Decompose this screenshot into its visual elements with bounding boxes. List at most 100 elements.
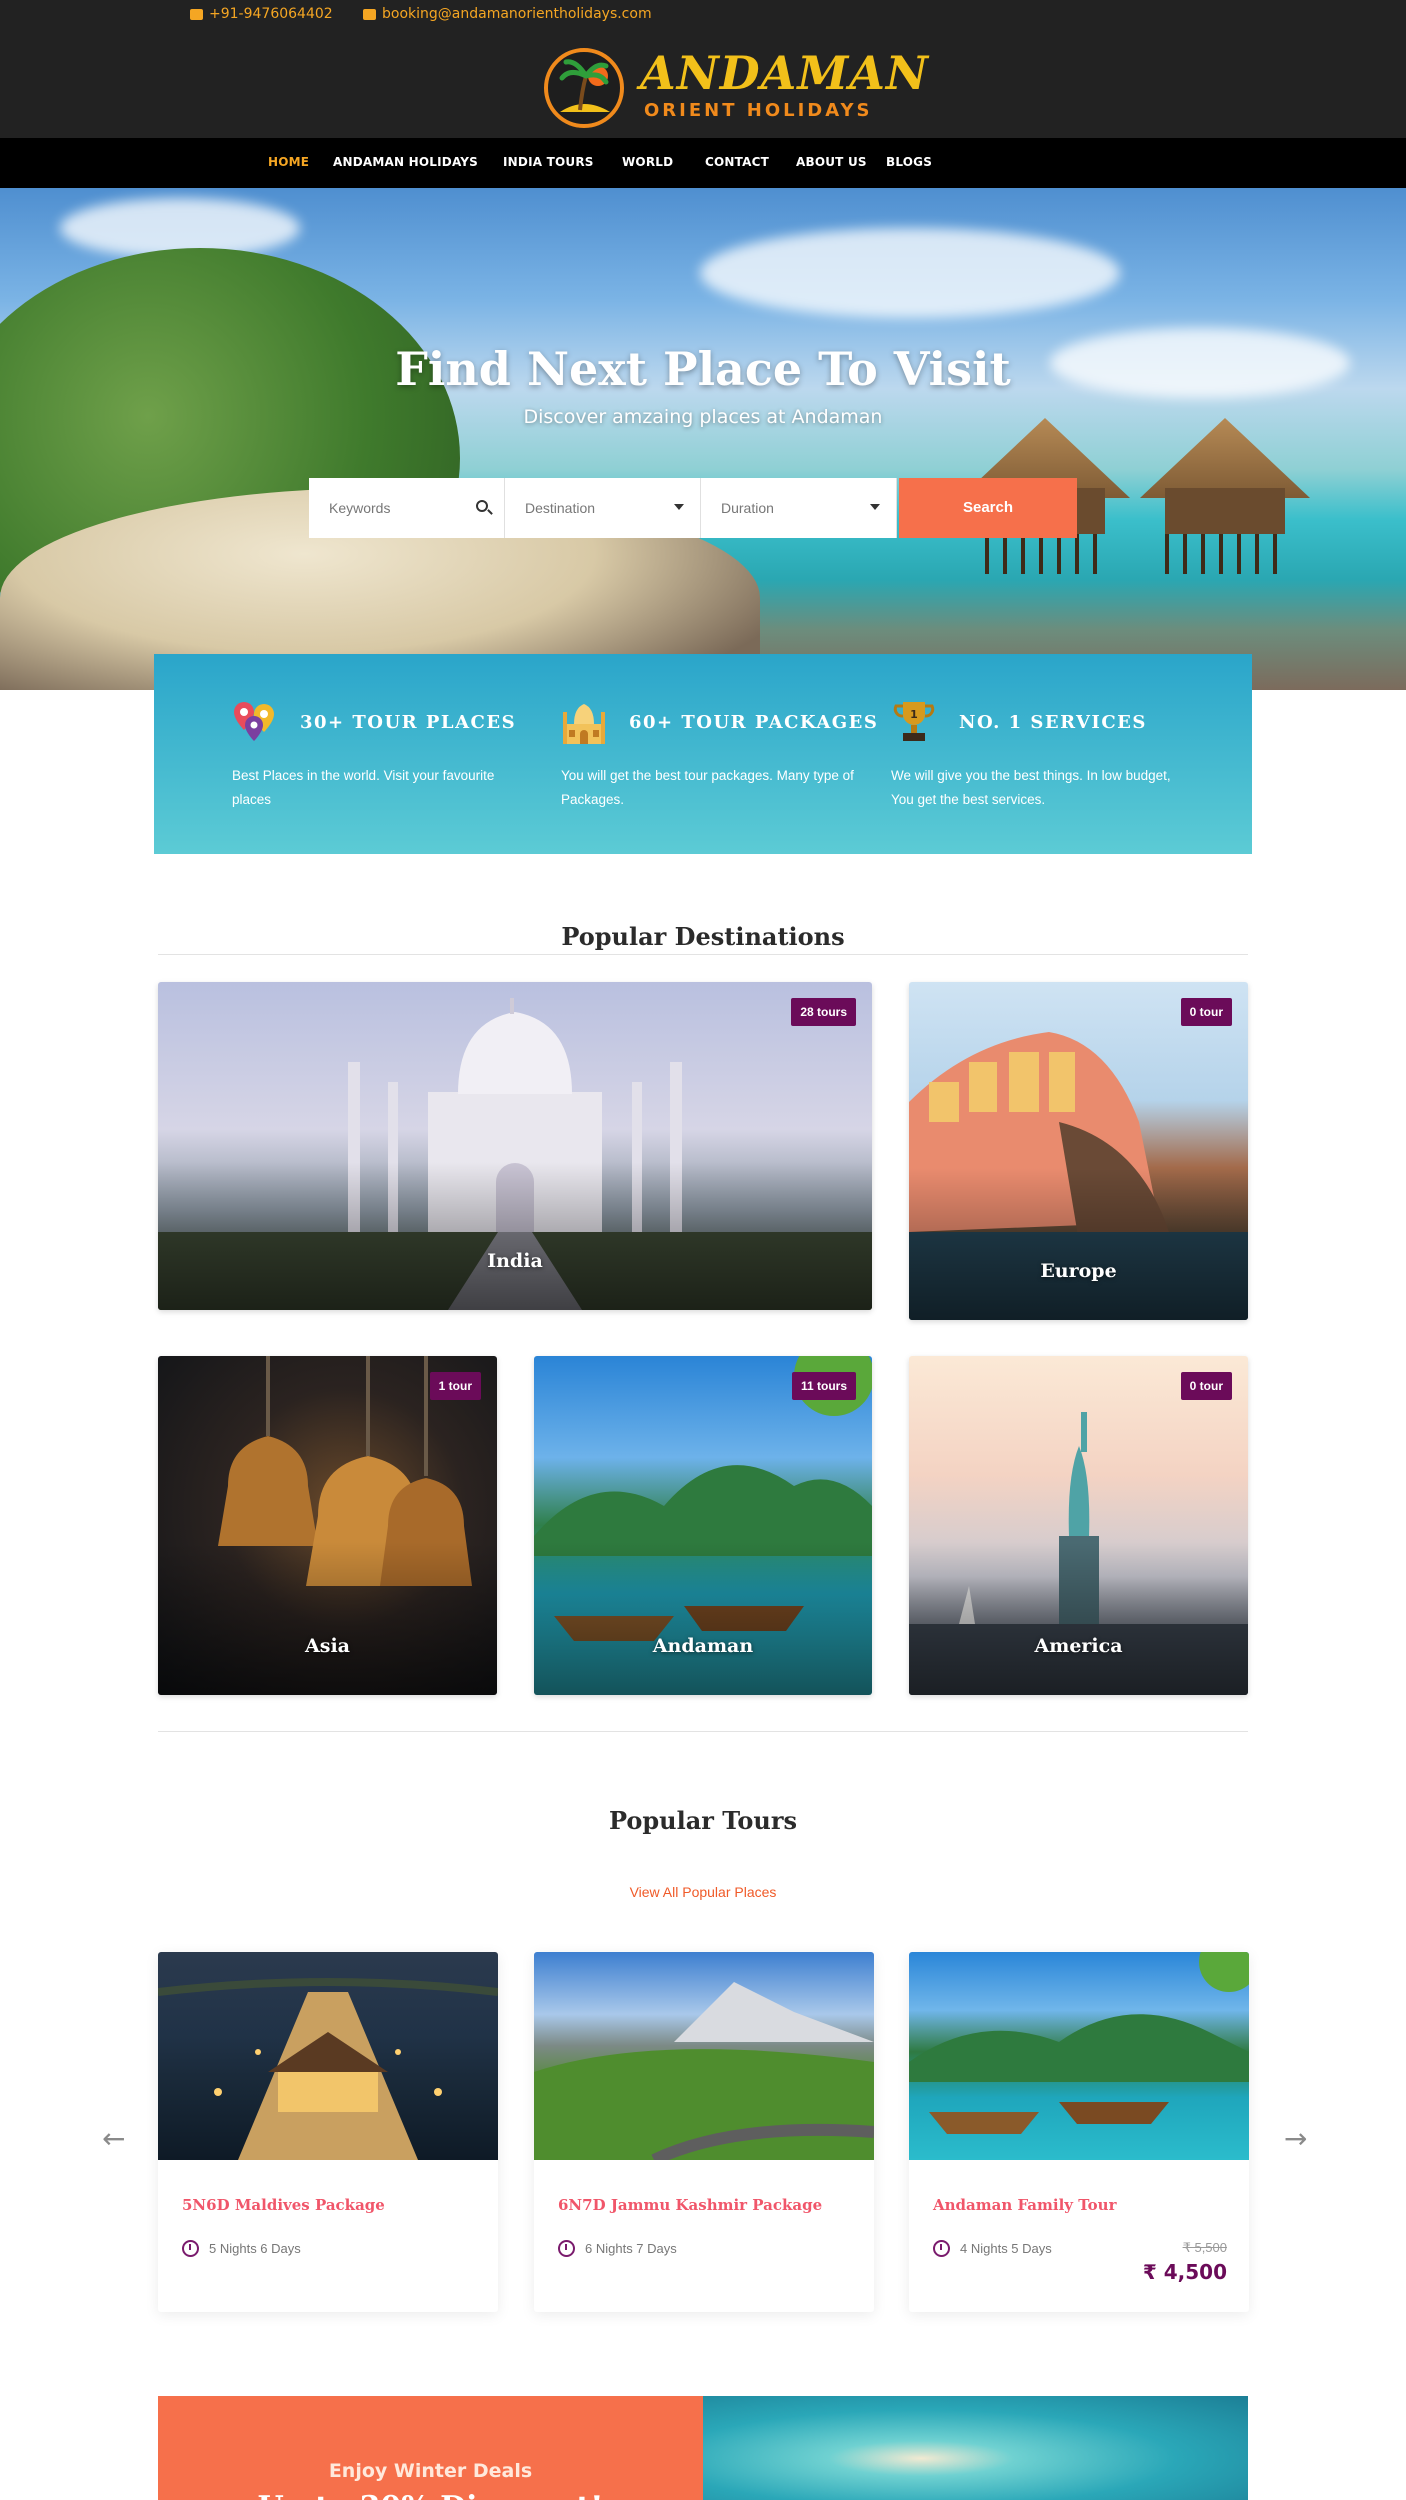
carousel-prev-arrow-icon[interactable]: ← [102,2122,125,2155]
image-overlay [534,1542,872,1695]
destination-name: Europe [1040,1260,1117,1282]
taj-mahal-icon [563,704,605,744]
feature-title: 30+ TOUR PLACES [300,712,517,733]
water-villas-image [158,1978,498,2160]
trophy-icon: 1 [893,702,935,741]
envelope-icon [363,8,376,20]
carousel-next-arrow-icon[interactable]: → [1284,2122,1307,2155]
nav-about-us[interactable]: ABOUT US [796,155,867,169]
keywords-placeholder: Keywords [329,500,391,516]
nav-india-tours[interactable]: INDIA TOURS [503,155,594,169]
chevron-down-icon [674,504,684,510]
search-button[interactable]: Search [899,478,1077,538]
hero-title: Find Next Place To Visit [395,342,1011,396]
image-overlay [158,1542,497,1695]
top-header: +91-9476064402 booking@andamanorientholi… [0,0,1406,138]
kashmir-valley-image [534,1952,874,2166]
cloud-shape [700,228,1120,318]
tour-count-badge: 28 tours [791,998,856,1026]
tour-duration: 4 Nights 5 Days [960,2241,1052,2256]
site-logo[interactable]: ANDAMAN ORIENT HOLIDAYS [540,46,928,132]
tour-card-maldives[interactable]: 5N6D Maldives Package 5 Nights 6 Days [158,1952,498,2312]
nav-home[interactable]: HOME [268,155,309,169]
features-strip: 30+ TOUR PLACES Best Places in the world… [154,654,1252,854]
feature-title: 60+ TOUR PACKAGES [629,712,879,733]
destination-name: India [487,1250,543,1272]
winter-deals-banner[interactable]: Enjoy Winter Deals Up to 30% Discount! [158,2396,1248,2500]
destination-card-europe[interactable]: 0 tour Europe [909,982,1248,1320]
tour-card-andaman-family[interactable]: Andaman Family Tour 4 Nights 5 Days ₹ 5,… [909,1952,1249,2312]
sale-price: ₹ 4,500 [1142,2260,1227,2284]
tour-title[interactable]: 6N7D Jammu Kashmir Package [558,2196,822,2214]
image-overlay [909,1167,1248,1320]
deals-panel: Enjoy Winter Deals Up to 30% Discount! [158,2396,703,2500]
feature-title: NO. 1 SERVICES [959,712,1147,733]
destination-name: America [1034,1635,1123,1657]
tour-title[interactable]: 5N6D Maldives Package [182,2196,385,2214]
divider [158,1731,1248,1732]
image-overlay [158,1162,872,1310]
tour-count-badge: 1 tour [429,1372,481,1400]
maldives-villas-image [158,1952,498,2160]
island-boats-image [909,1952,1249,2134]
feature-description: We will give you the best things. In low… [891,768,1171,807]
map-pins-icon [234,702,274,741]
deals-subtitle: Up to 30% Discount! [158,2490,703,2500]
tour-count-badge: 0 tour [1180,1372,1232,1400]
phone-contact[interactable]: +91-9476064402 [190,6,333,22]
tour-card-jammu-kashmir[interactable]: 6N7D Jammu Kashmir Package 6 Nights 7 Da… [534,1952,874,2312]
hut-stilts-image [985,534,1105,574]
tour-search-form: Keywords Destination Duration Search [309,478,1077,538]
popular-tours-heading: Popular Tours [608,1806,798,1835]
duration-select[interactable]: Duration [701,478,897,538]
original-price: ₹ 5,500 [1182,2240,1227,2255]
destination-name: Asia [305,1635,350,1657]
palm-island-logo-icon [544,48,624,128]
divider [158,954,1248,955]
chevron-down-icon [870,504,880,510]
destination-card-america[interactable]: 0 tour America [909,1356,1248,1695]
tour-count-badge: 11 tours [791,1372,856,1400]
view-all-popular-link[interactable]: View All Popular Places [0,1884,1406,1900]
tour-duration: 5 Nights 6 Days [209,2241,301,2256]
hut-body-image [1165,488,1285,534]
destination-select[interactable]: Destination [505,478,701,538]
phone-number[interactable]: +91-9476064402 [209,6,333,22]
image-overlay [909,1542,1248,1695]
svg-text:1: 1 [910,708,918,721]
popular-destinations-heading: Popular Destinations [561,922,845,951]
deals-title: Enjoy Winter Deals [328,2460,533,2482]
keywords-input[interactable]: Keywords [309,478,505,538]
nav-andaman-holidays[interactable]: ANDAMAN HOLIDAYS [333,155,478,169]
logo-subtitle: ORIENT HOLIDAYS [644,100,873,121]
tour-count-badge: 0 tour [1180,998,1232,1026]
destination-card-asia[interactable]: 1 tour Asia [158,1356,497,1695]
destination-card-india[interactable]: 28 tours India [158,982,872,1310]
andaman-boats-image [909,1952,1249,2160]
duration-placeholder: Duration [721,500,774,516]
nav-blogs[interactable]: BLOGS [886,155,932,169]
nav-world[interactable]: WORLD [622,155,673,169]
phone-icon [190,8,203,20]
mountain-road-image [534,1982,874,2166]
search-icon [476,500,488,512]
nav-contact[interactable]: CONTACT [705,155,769,169]
email-contact[interactable]: booking@andamanorientholidays.com [363,6,652,22]
tour-title[interactable]: Andaman Family Tour [933,2196,1116,2214]
destination-card-andaman[interactable]: 11 tours Andaman [534,1356,872,1695]
tour-duration: 6 Nights 7 Days [585,2241,677,2256]
clock-icon [182,2240,199,2257]
destination-name: Andaman [652,1635,754,1657]
clock-icon [558,2240,575,2257]
logo-title: ANDAMAN [640,46,929,100]
hut-roof-image [1140,418,1310,498]
main-navigation: HOME ANDAMAN HOLIDAYS INDIA TOURS WORLD … [0,138,1406,188]
email-address[interactable]: booking@andamanorientholidays.com [382,6,652,22]
destination-placeholder: Destination [525,500,596,516]
hut-stilts-image [1165,534,1285,574]
hero-banner: Find Next Place To Visit Discover amzain… [0,188,1406,690]
aerial-beach-image [703,2396,1248,2500]
feature-description: You will get the best tour packages. Man… [561,768,854,807]
feature-description: Best Places in the world. Visit your fav… [232,768,495,807]
hero-subtitle: Discover amzaing places at Andaman [523,406,883,428]
